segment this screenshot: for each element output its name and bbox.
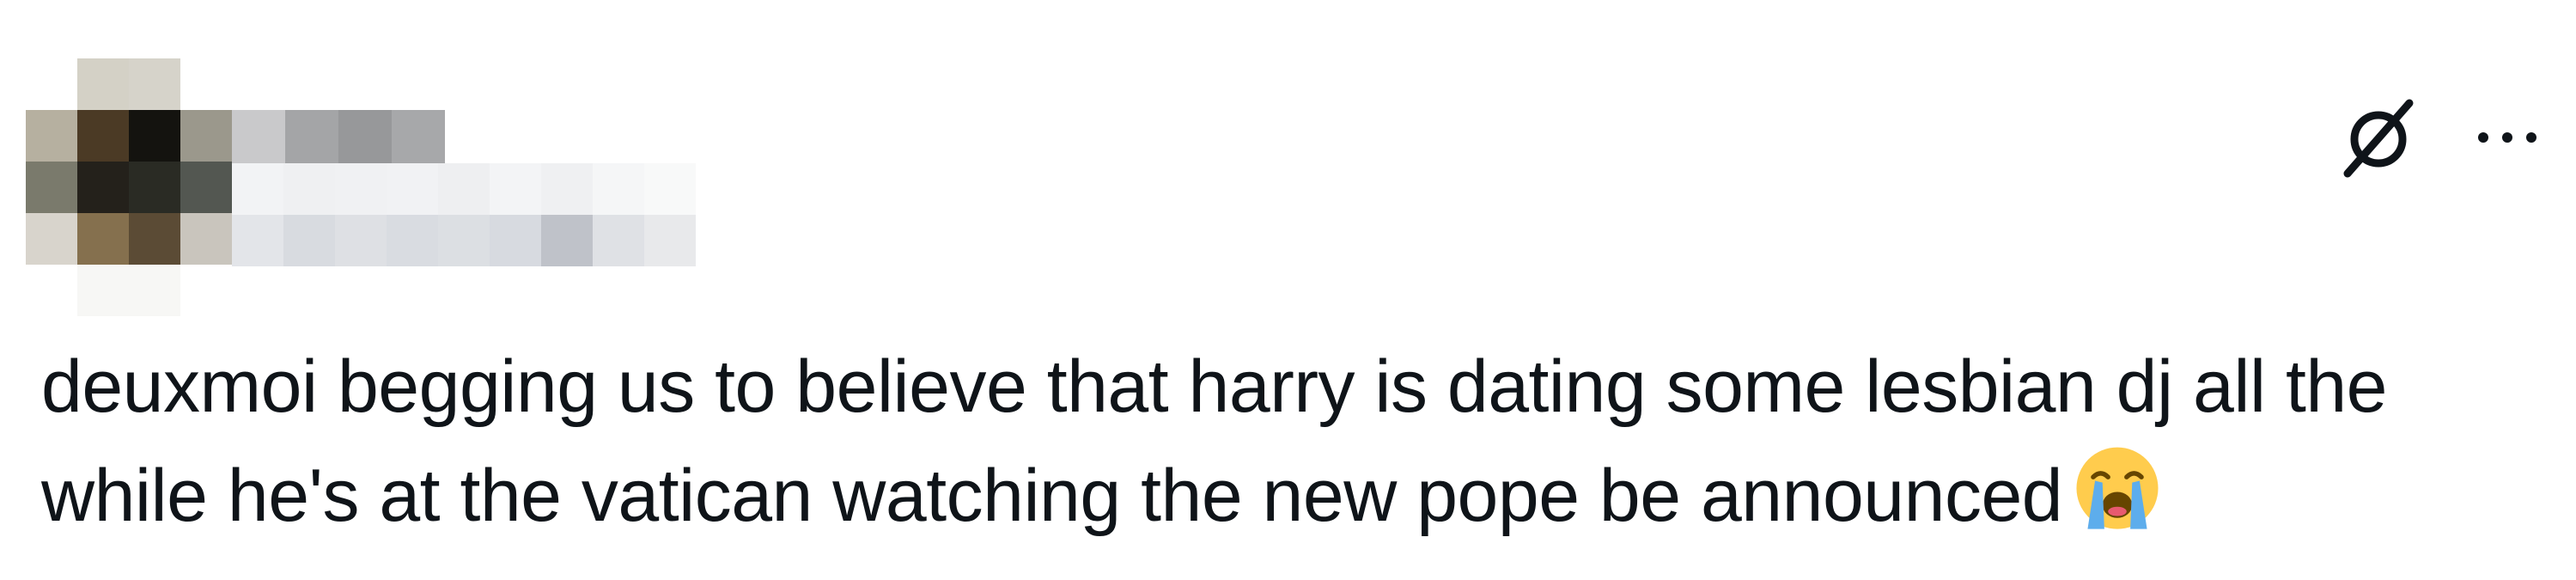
- display-name-redacted[interactable]: [232, 110, 445, 163]
- tweet-header-actions: [2335, 95, 2542, 180]
- grok-icon[interactable]: [2335, 95, 2421, 180]
- tweet-text-line-2: while he's at the vatican watching the n…: [41, 455, 2063, 537]
- more-horizontal-icon[interactable]: [2473, 125, 2542, 150]
- avatar[interactable]: [26, 58, 232, 316]
- handle-redacted[interactable]: [232, 163, 696, 266]
- tweet-text: deuxmoi begging us to believe that harry…: [41, 333, 2549, 549]
- loudly-crying-face-icon: [2076, 447, 2159, 529]
- tweet-text-line-1: deuxmoi begging us to believe that harry…: [41, 345, 2388, 428]
- tweet-card[interactable]: deuxmoi begging us to believe that harry…: [0, 0, 2576, 580]
